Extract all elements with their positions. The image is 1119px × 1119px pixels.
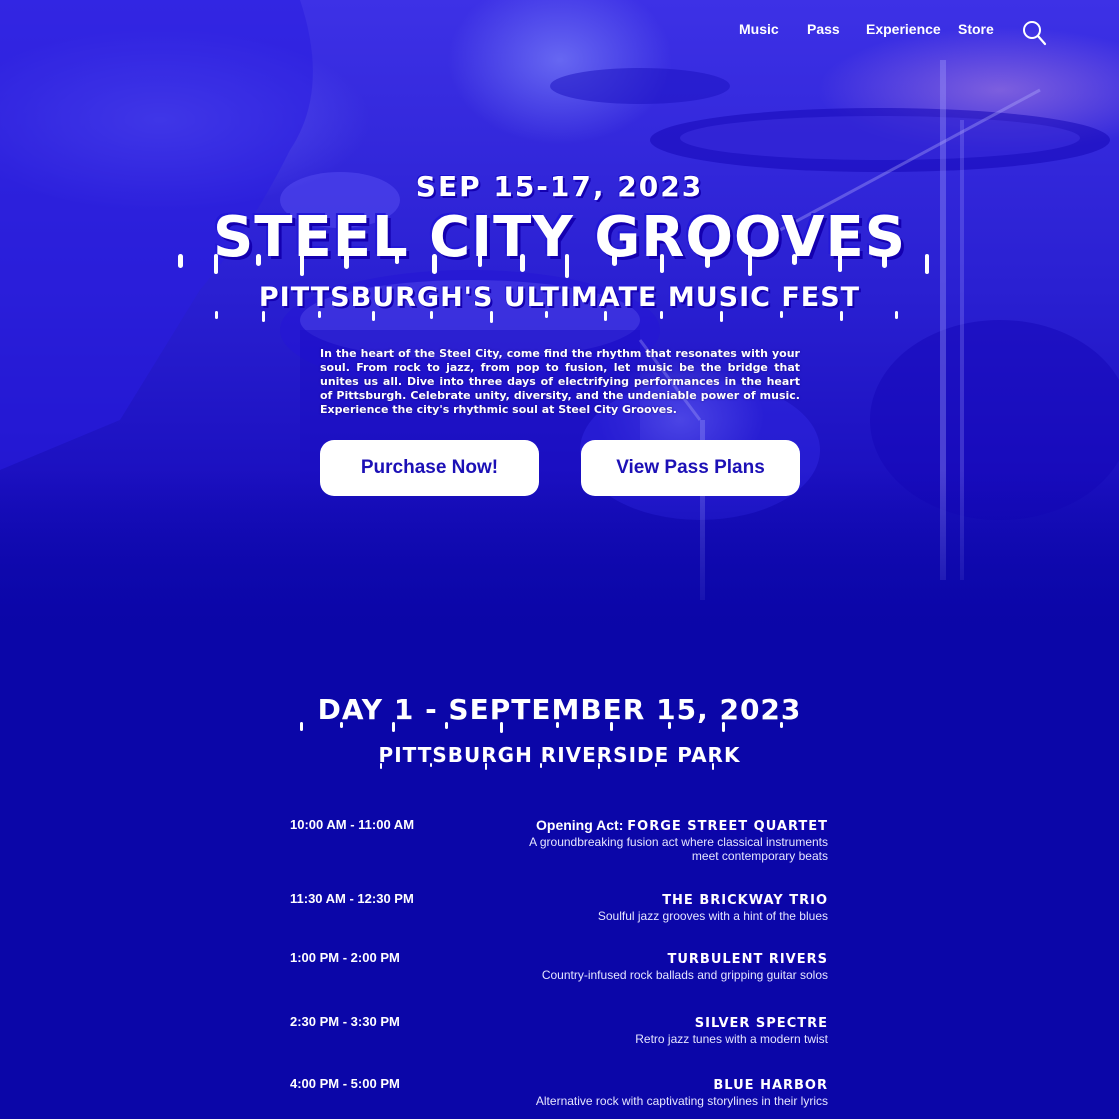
slot-time: 11:30 AM - 12:30 PM	[290, 891, 414, 906]
slot-time: 4:00 PM - 5:00 PM	[290, 1076, 400, 1091]
slot-time: 1:00 PM - 2:00 PM	[290, 950, 400, 965]
subtitle-drip-decoration	[215, 311, 898, 323]
nav-link-pass[interactable]: Pass	[807, 21, 840, 37]
artist-name[interactable]: SILVER SPECTRE	[695, 1016, 828, 1031]
search-button[interactable]	[1022, 20, 1048, 46]
artist-description: Retro jazz tunes with a modern twist	[635, 1032, 828, 1046]
search-icon	[1023, 21, 1047, 46]
artist-description: Alternative rock with captivating storyl…	[535, 1094, 828, 1108]
venue-heading-drip-decoration	[380, 763, 714, 770]
festival-subtitle: PITTSBURGH'S ULTIMATE MUSIC FEST	[258, 282, 861, 313]
artist-name[interactable]: THE BRICKWAY TRIO	[662, 893, 828, 908]
top-navigation: Music Pass Experience Store	[0, 20, 1119, 50]
day-heading-drip-decoration	[300, 722, 783, 733]
artist-description: Country-infused rock ballads and grippin…	[541, 968, 828, 982]
slot-info: TURBULENT RIVERS Country-infused rock ba…	[508, 950, 828, 982]
purchase-now-button[interactable]: Purchase Now!	[320, 440, 539, 496]
slot-info: THE BRICKWAY TRIO Soulful jazz grooves w…	[508, 891, 828, 923]
festival-dates: SEP 15-17, 2023	[415, 170, 704, 203]
nav-link-music[interactable]: Music	[739, 21, 779, 37]
view-pass-plans-button[interactable]: View Pass Plans	[581, 440, 800, 496]
slot-time: 2:30 PM - 3:30 PM	[290, 1014, 400, 1029]
slot-info: Opening Act: FORGE STREET QUARTET A grou…	[508, 817, 828, 863]
slot-info: SILVER SPECTRE Retro jazz tunes with a m…	[508, 1014, 828, 1046]
slot-info: BLUE HARBOR Alternative rock with captiv…	[508, 1076, 828, 1108]
slot-time: 10:00 AM - 11:00 AM	[290, 817, 415, 832]
slot-prefix: Opening Act:	[536, 817, 628, 833]
nav-link-store[interactable]: Store	[958, 21, 994, 37]
artist-description: Soulful jazz grooves with a hint of the …	[597, 909, 828, 923]
artist-description: A groundbreaking fusion act where classi…	[529, 835, 828, 863]
title-drip-decoration	[178, 254, 929, 278]
nav-link-experience[interactable]: Experience	[866, 21, 941, 37]
hero-fade-overlay	[0, 470, 1119, 650]
artist-name[interactable]: TURBULENT RIVERS	[668, 952, 829, 967]
festival-description: In the heart of the Steel City, come fin…	[320, 347, 800, 416]
artist-name[interactable]: FORGE STREET QUARTET	[627, 819, 828, 834]
artist-name[interactable]: BLUE HARBOR	[713, 1078, 828, 1093]
